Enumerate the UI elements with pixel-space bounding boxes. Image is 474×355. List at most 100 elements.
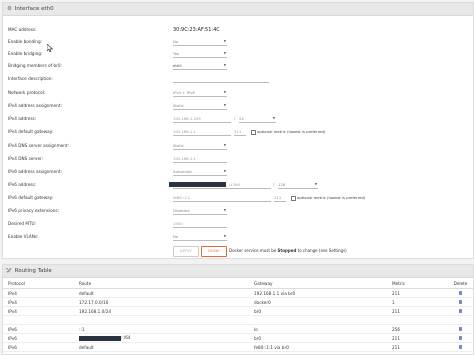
trash-icon[interactable] — [459, 335, 462, 340]
chevron-down-icon: ▼ — [223, 234, 226, 238]
ipv4-dns-assign-row: IPv4 DNS server assignment: Static ▼ — [3, 141, 473, 151]
chevron-down-icon: ▼ — [223, 143, 226, 147]
routing-panel: ⤱ Routing Table Protocol Route Gateway M… — [2, 264, 474, 355]
ipv4-dns-value: 192.168.1.1 — [173, 156, 196, 161]
vlans-select[interactable]: No ▼ — [173, 233, 227, 241]
bonding-select[interactable]: No ▼ — [173, 38, 227, 46]
ipv4-assign-label: IPv4 address assignment: — [8, 103, 62, 108]
route-gateway: lo — [249, 324, 387, 334]
ipv4-mask-select[interactable]: 24 ▼ — [239, 115, 276, 123]
ipv6-gw-input[interactable]: fe80::1:1 — [173, 194, 271, 202]
ipv4-assign-value: Static — [173, 103, 184, 108]
route-gateway: fe80::1:1 via br0 — [249, 342, 387, 352]
ipv6-privacy-select[interactable]: Disabled ▼ — [173, 207, 227, 215]
ipv4-addr-value: 192.168.1.205 — [173, 116, 201, 121]
interface-panel: ⚙ Interface eth0 MAC address: 30:9C:23:A… — [2, 2, 474, 259]
mtu-label: Desired MTU: — [8, 221, 36, 226]
mac-label: MAC address: — [8, 27, 37, 32]
table-row: IPv4 192.168.1.0/24 br0 211 — [3, 306, 473, 316]
mtu-value: 1500 — [173, 221, 183, 226]
ipv6-metric-checkbox[interactable] — [291, 196, 296, 201]
redacted-block — [79, 335, 121, 341]
chevron-down-icon: ▼ — [223, 63, 226, 67]
route-protocol: IPv6 — [3, 324, 74, 334]
ipv6-assign-value: Automatic — [173, 169, 193, 174]
route-metric: 256 — [387, 324, 448, 334]
done-button[interactable]: DONE — [201, 246, 227, 257]
ipv4-dns-assign-select[interactable]: Static ▼ — [173, 142, 227, 150]
protocol-select[interactable]: IPv4 + IPv6 ▼ — [173, 89, 227, 97]
route-gateway: 192.168.1.1 via br0 — [249, 288, 387, 298]
delete-cell — [448, 297, 473, 307]
bridge-members-select[interactable]: eth0 ▼ — [173, 62, 227, 70]
routing-table: Protocol Route Gateway Metric Delete IPv… — [3, 279, 473, 352]
ipv6-privacy-row: IPv6 privacy extensions: Disabled ▼ — [3, 206, 473, 216]
ipv4-dns-input[interactable]: 192.168.1.1 — [173, 155, 227, 163]
ipv4-addr-label: IPv4 address: — [8, 116, 37, 121]
route-destination: default — [74, 288, 249, 298]
protocol-row: Network protocol: IPv4 + IPv6 ▼ — [3, 88, 473, 98]
ipv6-addr-row: IPv6 address: :1394 / 128 ▼ — [3, 180, 473, 190]
ipv6-privacy-value: Disabled — [173, 208, 190, 213]
ipv4-dns-label: IPv4 DNS server: — [8, 156, 44, 161]
chevron-down-icon: ▼ — [314, 182, 317, 186]
branch-icon: ⤱ — [7, 268, 12, 274]
routing-header-row: Protocol Route Gateway Metric Delete — [3, 279, 473, 289]
route-destination-cell: ::/64 — [74, 333, 249, 343]
delete-cell — [448, 288, 473, 298]
trash-icon[interactable] — [459, 344, 462, 349]
bridge-members-row: Bridging members of br0: eth0 ▼ — [3, 61, 473, 71]
col-gateway: Gateway — [249, 279, 387, 289]
ipv4-assign-select[interactable]: Static ▼ — [173, 102, 227, 110]
route-destination: 172.17.0.0/16 — [74, 297, 249, 307]
chevron-down-icon: ▼ — [223, 169, 226, 173]
mtu-input[interactable]: 1500 — [173, 220, 227, 228]
chevron-down-icon: ▼ — [223, 103, 226, 107]
table-row: IPv6 ::1 lo 256 — [3, 324, 473, 334]
ipv6-assign-select[interactable]: Automatic ▼ — [173, 168, 227, 176]
vlans-label: Enable VLANs: — [8, 234, 39, 239]
route-protocol: IPv4 — [3, 306, 74, 316]
trash-icon[interactable] — [459, 326, 462, 331]
protocol-label: Network protocol: — [8, 90, 46, 95]
delete-cell — [448, 342, 473, 352]
description-input[interactable] — [173, 75, 269, 83]
ipv6-assign-label: IPv6 address assignment: — [8, 169, 62, 174]
slash-separator: / — [234, 116, 236, 121]
description-label: Interface description: — [8, 76, 53, 81]
ipv4-metric-input[interactable]: 211 — [234, 128, 246, 136]
ipv4-metric-checkbox[interactable] — [251, 130, 256, 135]
delete-cell — [448, 333, 473, 343]
trash-icon[interactable] — [459, 308, 462, 313]
bridging-select[interactable]: Yes ▼ — [173, 50, 227, 58]
ipv6-assign-row: IPv6 address assignment: Automatic ▼ — [3, 167, 473, 177]
redacted-block — [169, 182, 226, 187]
stopped-note-post: to change (see Settings) — [296, 248, 347, 253]
chevron-down-icon: ▼ — [223, 51, 226, 55]
ipv4-mask-value: 24 — [239, 116, 244, 121]
ipv4-dns-assign-label: IPv4 DNS server assignment: — [8, 143, 69, 148]
ipv6-metric-input[interactable]: 211 — [274, 194, 286, 202]
trash-icon[interactable] — [459, 290, 462, 295]
table-row: IPv6 default fe80::1:1 via br0 211 — [3, 342, 473, 352]
ipv4-gw-input[interactable]: 192.168.1.1 — [173, 128, 231, 136]
chevron-down-icon: ▼ — [223, 90, 226, 94]
ipv4-gw-label: IPv4 default gateway: — [8, 129, 54, 134]
col-protocol: Protocol — [3, 279, 74, 289]
bridging-row: Enable bridging: Yes ▼ — [3, 49, 473, 59]
chevron-down-icon: ▼ — [272, 116, 275, 120]
routing-panel-header: ⤱ Routing Table — [3, 265, 473, 278]
route-metric: 211 — [387, 288, 448, 298]
ipv6-prefix-value: 128 — [278, 182, 286, 187]
ipv6-gw-value: fe80::1:1 — [173, 195, 191, 200]
apply-button[interactable]: APPLY — [173, 246, 199, 257]
ipv4-addr-input[interactable]: 192.168.1.205 — [173, 115, 231, 123]
col-route: Route — [74, 279, 249, 289]
ipv6-prefix-select[interactable]: 128 ▼ — [278, 181, 318, 189]
route-destination: ::/64 — [121, 335, 131, 341]
ipv6-addr-label: IPv6 address: — [8, 182, 37, 187]
mouse-pointer-icon — [46, 37, 54, 56]
ipv6-addr-input[interactable]: :1394 — [169, 181, 271, 189]
route-destination-wrap: ::/64 — [79, 335, 131, 341]
trash-icon[interactable] — [459, 299, 462, 304]
